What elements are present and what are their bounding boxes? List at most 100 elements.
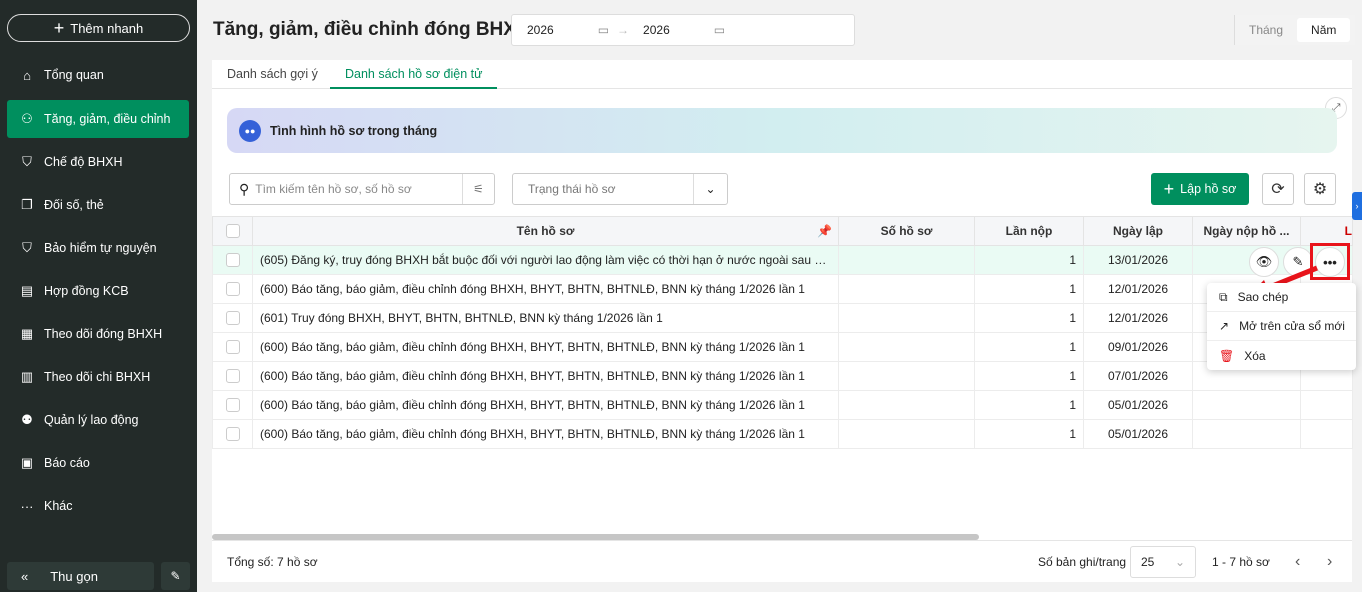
sidebar-item-label: Đối số, thẻ: [44, 198, 104, 212]
row-checkbox[interactable]: [225, 398, 240, 412]
page-title: Tăng, giảm, điều chỉnh đóng BHXH: [213, 19, 530, 40]
cell-name[interactable]: (605) Đăng ký, truy đóng BHXH bắt buộc đ…: [252, 245, 839, 275]
status-select[interactable]: Trạng thái hồ sơ ⌄: [512, 173, 728, 205]
cell-name[interactable]: (600) Báo tăng, báo giảm, điều chỉnh đón…: [252, 419, 839, 449]
col-extra[interactable]: L: [1300, 216, 1353, 246]
sidebar-item-label: Theo dõi đóng BHXH: [44, 327, 163, 341]
sidebar-item-9[interactable]: ▣ Báo cáo: [7, 444, 189, 482]
tab-electronic-records[interactable]: Danh sách hồ sơ điện tử: [330, 60, 498, 89]
sidebar-item-6[interactable]: ▦ Theo dõi đóng BHXH: [7, 315, 189, 353]
menu-copy[interactable]: ⧉ Sao chép: [1207, 283, 1356, 312]
col-name[interactable]: Tên hồ sơ 📌: [252, 216, 839, 246]
cell-name[interactable]: (600) Báo tăng, báo giảm, điều chỉnh đón…: [252, 332, 839, 362]
cell-created-date: 05/01/2026: [1083, 419, 1193, 449]
sidebar-item-7[interactable]: ▥ Theo dõi chi BHXH: [7, 358, 189, 396]
sidebar-item-label: Quản lý lao động: [44, 413, 139, 427]
row-checkbox[interactable]: [225, 282, 240, 296]
sidebar-item-label: Báo cáo: [44, 456, 90, 470]
trash-icon: 🗑: [1219, 348, 1235, 363]
doc-money-icon: ▥: [20, 369, 34, 384]
sidebar-item-label: Chế độ BHXH: [44, 155, 123, 169]
next-page-button[interactable]: ›: [1327, 553, 1332, 571]
sidebar-item-8[interactable]: ⚉ Quản lý lao động: [7, 401, 189, 439]
copy-icon: ❐: [21, 197, 33, 212]
row-checkbox[interactable]: [225, 369, 240, 383]
calendar-icon: ▭: [713, 23, 726, 37]
date-range-picker[interactable]: 2026 ▭ → 2026 ▭ Tháng Năm: [511, 14, 1355, 46]
mode-month[interactable]: Tháng: [1235, 18, 1297, 42]
table-row[interactable]: (605) Đăng ký, truy đóng BHXH bắt buộc đ…: [212, 245, 1353, 275]
cell-created-date: 07/01/2026: [1083, 361, 1193, 391]
row-checkbox[interactable]: [225, 340, 240, 354]
cell-number: [838, 245, 975, 275]
filter-icon[interactable]: ⚟: [462, 174, 494, 204]
collapse-button[interactable]: «Thu gọn: [7, 562, 154, 590]
copy-icon: ⧉: [1219, 289, 1228, 304]
table-row[interactable]: (600) Báo tăng, báo giảm, điều chỉnh đón…: [212, 361, 1353, 391]
contract-icon: ▤: [20, 283, 34, 298]
cell-submissions: 1: [974, 303, 1084, 333]
sidebar-item-label: Hợp đồng KCB: [44, 284, 129, 298]
plus-icon: +: [53, 17, 65, 38]
sidebar-item-4[interactable]: ⛉ Bảo hiểm tự nguyện: [7, 229, 189, 267]
sidebar-item-3[interactable]: ❐ Đối số, thẻ: [7, 186, 189, 224]
cell-submit-date: [1192, 390, 1301, 420]
user-up-icon: ⚇: [21, 111, 33, 126]
sidebar-item-label: Bảo hiểm tự nguyện: [44, 241, 157, 255]
sidebar-item-1[interactable]: ⚇ Tăng, giảm, điều chỉnh: [7, 100, 189, 138]
cell-submissions: 1: [974, 390, 1084, 420]
users-icon: ⚉: [21, 412, 33, 427]
plus-icon: +: [1163, 178, 1175, 199]
table-row[interactable]: (600) Báo tăng, báo giảm, điều chỉnh đón…: [212, 332, 1353, 362]
edit-button[interactable]: ✎: [161, 562, 190, 590]
table-row[interactable]: (601) Truy đóng BHXH, BHYT, BHTN, BHTNLĐ…: [212, 303, 1353, 333]
side-panel-toggle[interactable]: ›: [1352, 192, 1362, 220]
col-submit-date[interactable]: Ngày nộp hồ ...: [1192, 216, 1301, 246]
menu-delete[interactable]: 🗑 Xóa: [1207, 341, 1356, 370]
settings-button[interactable]: ⚙: [1304, 173, 1336, 205]
tab-suggestions[interactable]: Danh sách gợi ý: [227, 60, 318, 89]
sidebar-item-5[interactable]: ▤ Hợp đồng KCB: [7, 272, 189, 310]
shield-heart-icon: ⛉: [22, 154, 32, 169]
arrow-right-icon: →: [617, 23, 630, 37]
cell-submit-date: [1192, 419, 1301, 449]
search-input[interactable]: ⚲ Tìm kiếm tên hồ sơ, số hồ sơ ⚟: [229, 173, 495, 205]
report-icon: ▣: [20, 455, 34, 470]
monthly-status-banner[interactable]: ●● Tình hình hồ sơ trong tháng: [227, 108, 1337, 153]
sidebar: + Thêm nhanh ⌂ Tổng quan ⚇ Tăng, giảm, điều …: [0, 0, 197, 592]
sidebar-item-0[interactable]: ⌂ Tổng quan: [7, 56, 189, 94]
date-to[interactable]: 2026: [643, 23, 670, 37]
col-number[interactable]: Số hồ sơ: [838, 216, 975, 246]
row-checkbox[interactable]: [225, 253, 240, 267]
sidebar-item-10[interactable]: ··· Khác: [7, 487, 189, 525]
row-checkbox[interactable]: [225, 427, 240, 441]
table-row[interactable]: (600) Báo tăng, báo giảm, điều chỉnh đón…: [212, 390, 1353, 420]
mode-year[interactable]: Năm: [1297, 18, 1351, 42]
per-page-select[interactable]: 25 ⌄: [1130, 546, 1196, 578]
create-record-button[interactable]: + Lập hồ sơ: [1151, 173, 1249, 205]
col-submissions[interactable]: Lần nộp: [974, 216, 1084, 246]
refresh-button[interactable]: ⟳: [1262, 173, 1294, 205]
date-from[interactable]: 2026: [527, 23, 554, 37]
cell-number: [838, 390, 975, 420]
records-table: Tên hồ sơ 📌 Số hồ sơ Lần nộp Ngày lập Ngà…: [212, 216, 1353, 449]
cell-name[interactable]: (600) Báo tăng, báo giảm, điều chỉnh đón…: [252, 274, 839, 304]
tabs: Danh sách gợi ý Danh sách hồ sơ điện tử: [212, 60, 1352, 89]
table-row[interactable]: (600) Báo tăng, báo giảm, điều chỉnh đón…: [212, 274, 1353, 304]
pin-icon[interactable]: 📌: [817, 224, 832, 238]
chevron-down-icon: ⌄: [1174, 555, 1185, 569]
menu-open-new-window[interactable]: ↗ Mở trên cửa sổ mới: [1207, 312, 1356, 341]
cell-name[interactable]: (600) Báo tăng, báo giảm, điều chỉnh đón…: [252, 390, 839, 420]
sidebar-item-2[interactable]: ⛉ Chế độ BHXH: [7, 143, 189, 181]
prev-page-button[interactable]: ‹: [1295, 553, 1300, 571]
table-row[interactable]: (600) Báo tăng, báo giảm, điều chỉnh đón…: [212, 419, 1353, 449]
col-created-date[interactable]: Ngày lập: [1083, 216, 1193, 246]
row-checkbox[interactable]: [225, 311, 240, 325]
double-chevron-left-icon: «: [21, 568, 29, 584]
quick-add-button[interactable]: + Thêm nhanh: [7, 14, 190, 42]
select-all-checkbox[interactable]: [225, 224, 240, 238]
sidebar-item-label: Khác: [44, 499, 73, 513]
bot-icon: ●●: [239, 119, 261, 142]
cell-name[interactable]: (600) Báo tăng, báo giảm, điều chỉnh đón…: [252, 361, 839, 391]
cell-name[interactable]: (601) Truy đóng BHXH, BHYT, BHTN, BHTNLĐ…: [252, 303, 839, 333]
